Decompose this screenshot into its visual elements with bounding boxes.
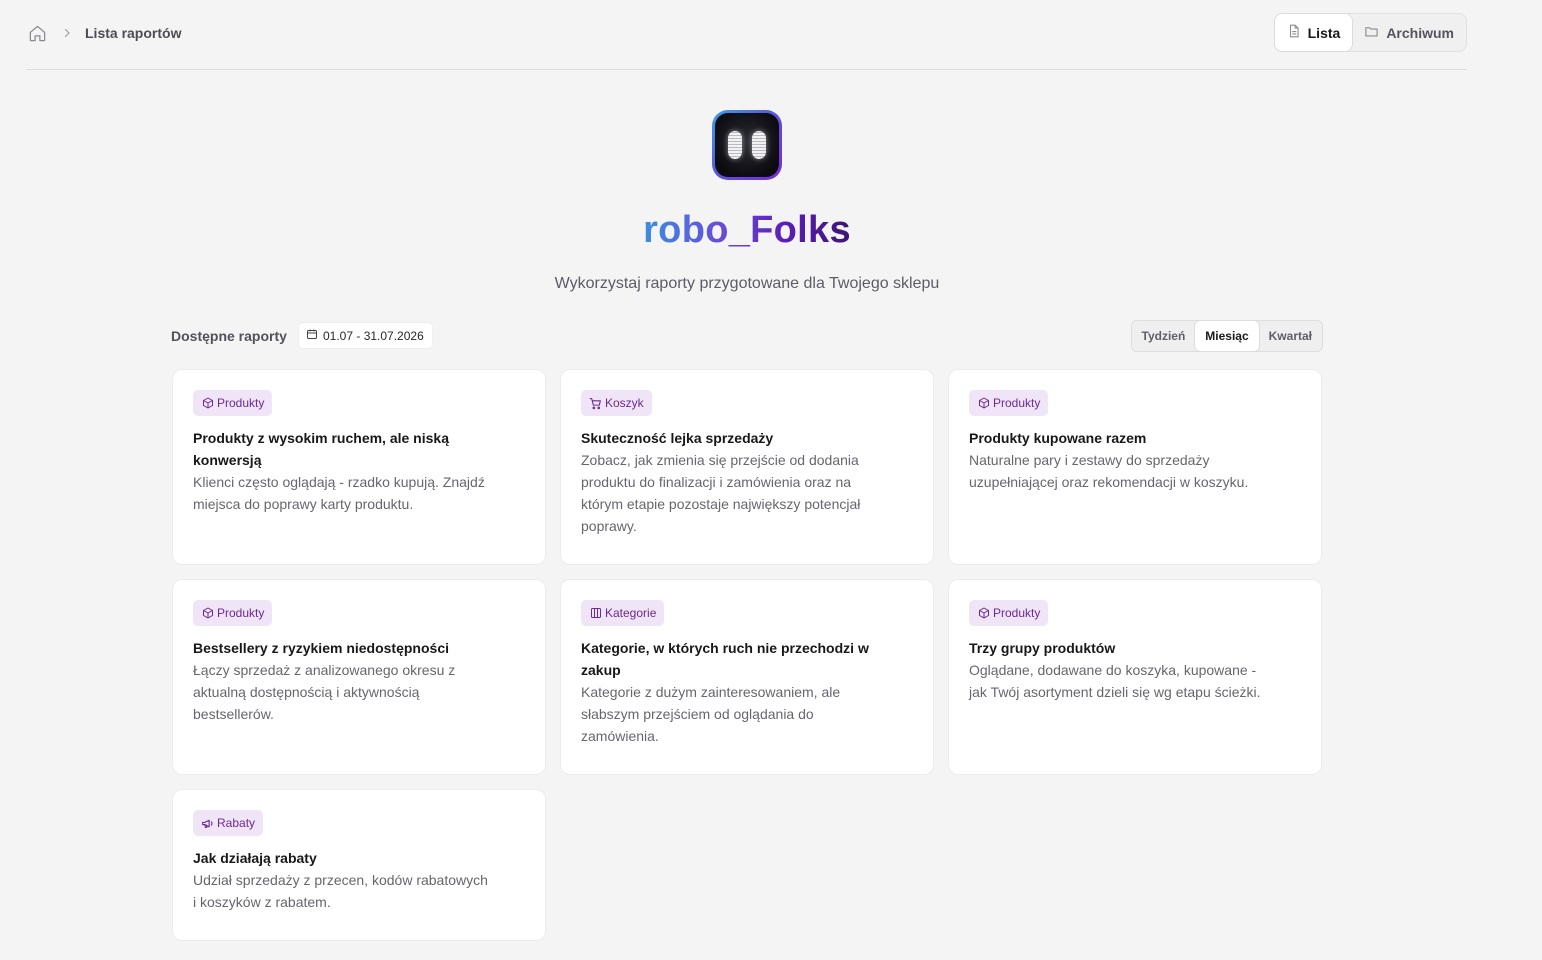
report-title: Produkty z wysokim ruchem, ale niską kon… (193, 430, 449, 468)
report-description: Udział sprzedaży z przecen, kodów rabato… (193, 872, 488, 910)
date-range-picker[interactable]: 01.07 - 31.07.2026 (298, 322, 433, 349)
cart-icon (589, 397, 602, 410)
report-title: Jak działają rabaty (193, 850, 317, 866)
report-card[interactable]: Produkty Produkty z wysokim ruchem, ale … (172, 369, 546, 565)
period-quarter[interactable]: Kwartał (1259, 321, 1322, 351)
report-title: Trzy grupy produktów (969, 640, 1116, 656)
tab-archiwum[interactable]: Archiwum (1352, 14, 1466, 51)
available-reports-label: Dostępne raporty (171, 328, 287, 344)
category-tag: Produkty (969, 600, 1049, 626)
box-icon (201, 397, 214, 410)
page-subtitle: Wykorzystaj raporty przygotowane dla Two… (554, 275, 940, 292)
robot-eye-right (752, 131, 766, 159)
filter-row: Dostępne raporty 01.07 - 31.07.2026 Tydz… (171, 320, 1323, 352)
report-description: Oglądane, dodawane do koszyka, kupowane … (969, 662, 1261, 700)
breadcrumb: Lista raportów (27, 23, 181, 43)
report-card[interactable]: Produkty Produkty kupowane razem Natural… (948, 369, 1322, 565)
category-tag: Koszyk (581, 390, 652, 416)
category-tag: Produkty (193, 600, 273, 626)
report-card[interactable]: Produkty Bestsellery z ryzykiem niedostę… (172, 579, 546, 775)
top-bar: Lista raportów Lista Archiwum (27, 13, 1467, 70)
document-icon (1287, 24, 1301, 41)
report-description: Klienci często oglądają - rzadko kupują.… (193, 474, 485, 512)
folder-icon (1364, 24, 1379, 42)
category-tag: Rabaty (193, 810, 264, 836)
report-title: Kategorie, w których ruch nie przechodzi… (581, 640, 869, 678)
columns-icon (589, 607, 602, 620)
box-icon (201, 607, 214, 620)
report-title: Produkty kupowane razem (969, 430, 1147, 446)
report-description: Naturalne pary i zestawy do sprzedaży uz… (969, 452, 1249, 490)
report-title: Skuteczność lejka sprzedaży (581, 430, 774, 446)
megaphone-icon (201, 817, 214, 830)
report-description: Zobacz, jak zmienia się przejście od dod… (581, 452, 861, 534)
robot-eye-left (728, 131, 742, 159)
report-title: Bestsellery z ryzykiem niedostępności (193, 640, 449, 656)
view-switch: Lista Archiwum (1273, 13, 1467, 52)
date-range-value: 01.07 - 31.07.2026 (323, 328, 424, 343)
home-icon[interactable] (27, 23, 47, 43)
breadcrumb-current: Lista raportów (85, 25, 182, 41)
report-card[interactable]: Produkty Trzy grupy produktów Oglądane, … (948, 579, 1322, 775)
category-tag: Kategorie (581, 600, 665, 626)
report-description: Kategorie z dużym zainteresowaniem, ale … (581, 684, 841, 744)
box-icon (977, 607, 990, 620)
brand-title: robo_Folks (643, 209, 851, 251)
period-week[interactable]: Tydzień (1132, 321, 1196, 351)
category-tag: Produkty (969, 390, 1049, 416)
tab-archiwum-label: Archiwum (1386, 24, 1454, 41)
calendar-icon (306, 328, 318, 343)
tab-lista[interactable]: Lista (1274, 14, 1353, 51)
report-description: Łączy sprzedaż z analizowanego okresu z … (193, 662, 456, 722)
tab-lista-label: Lista (1307, 24, 1341, 41)
report-card[interactable]: Koszyk Skuteczność lejka sprzedaży Zobac… (560, 369, 934, 565)
report-card[interactable]: Kategorie Kategorie, w których ruch nie … (560, 579, 934, 775)
period-month[interactable]: Miesiąc (1195, 321, 1259, 351)
chevron-right-icon (59, 25, 75, 41)
category-tag: Produkty (193, 390, 273, 416)
period-switch: Tydzień Miesiąc Kwartał (1130, 320, 1323, 352)
box-icon (977, 397, 990, 410)
robot-logo (712, 110, 782, 180)
report-card[interactable]: Rabaty Jak działają rabaty Udział sprzed… (172, 789, 546, 941)
